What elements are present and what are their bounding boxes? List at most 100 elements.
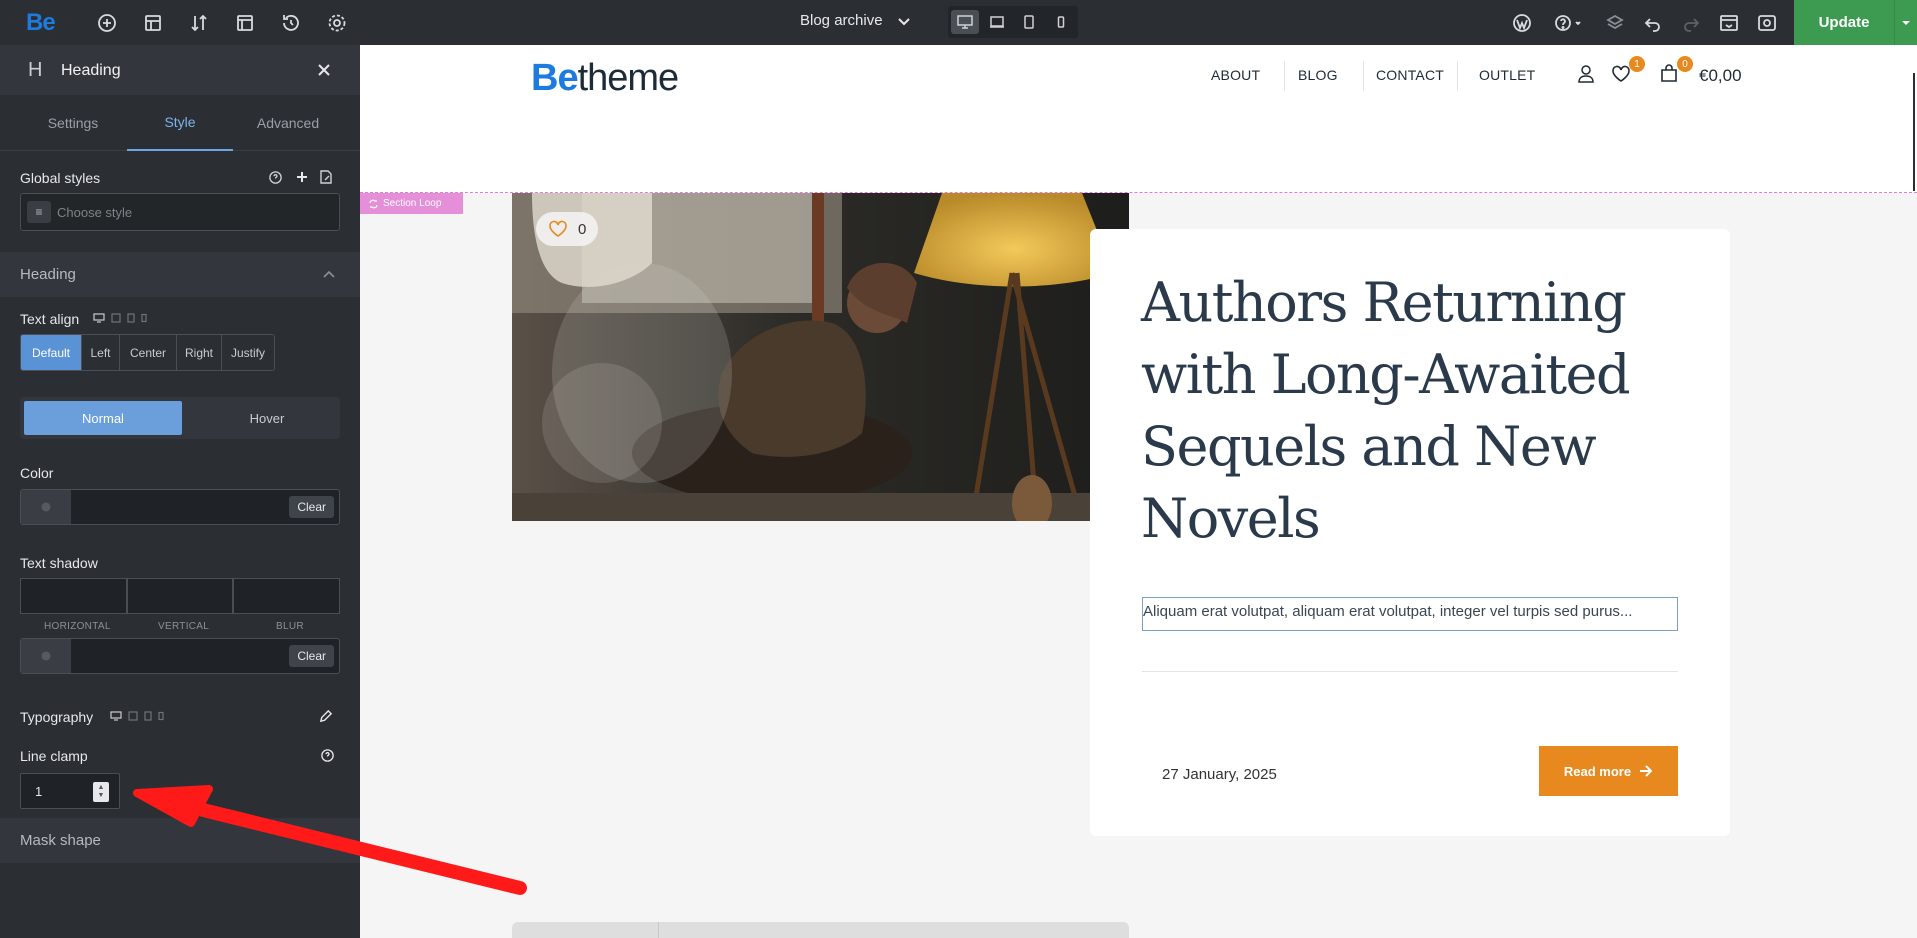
laptop-view-icon[interactable] [983, 10, 1011, 34]
panel-title: Heading [61, 62, 121, 79]
typography-device-icons[interactable] [110, 711, 164, 721]
edit-pencil-icon[interactable] [318, 709, 333, 724]
tab-advanced[interactable]: Advanced [242, 95, 334, 151]
panel-header: H Heading [0, 45, 360, 95]
shadow-vertical-input[interactable] [126, 578, 234, 614]
close-icon[interactable] [312, 58, 336, 82]
sort-icon[interactable] [187, 11, 211, 35]
post-excerpt[interactable]: Aliquam erat volutpat, aliquam erat volu… [1142, 597, 1678, 631]
align-center-button[interactable]: Center [120, 335, 177, 370]
align-left-button[interactable]: Left [82, 335, 120, 370]
cart-total[interactable]: €0,00 [1699, 66, 1742, 86]
edit-style-icon[interactable] [318, 169, 334, 185]
nav-contact[interactable]: CONTACT [1376, 67, 1444, 83]
site-logo-be: Be [531, 57, 579, 99]
scrollbar[interactable] [1913, 73, 1915, 191]
read-more-button[interactable]: Read more [1539, 746, 1678, 796]
shadow-blur-label: BLUR [276, 621, 304, 632]
section-heading-label: Heading [20, 266, 76, 283]
align-justify-button[interactable]: Justify [222, 335, 274, 370]
card-divider [1142, 671, 1678, 672]
color-clear-button[interactable]: Clear [289, 496, 334, 518]
shadow-horizontal-label: HORIZONTAL [44, 621, 111, 632]
add-style-icon[interactable] [294, 169, 310, 185]
user-account-icon[interactable] [1577, 64, 1595, 84]
line-clamp-value: 1 [35, 784, 43, 799]
shadow-horizontal-input[interactable] [20, 578, 127, 614]
mobile-view-icon[interactable] [1047, 10, 1075, 34]
tablet-view-icon[interactable] [1015, 10, 1043, 34]
text-shadow-label: Text shadow [20, 555, 98, 571]
like-heart-icon[interactable] [548, 220, 568, 238]
wishlist-heart-icon[interactable] [1611, 65, 1631, 83]
site-logo-theme: theme [577, 57, 680, 99]
chevron-down-icon[interactable] [896, 13, 912, 29]
choose-style-placeholder: Choose style [57, 205, 133, 220]
post-likes[interactable]: 0 [536, 212, 599, 246]
align-right-button[interactable]: Right [177, 335, 222, 370]
line-clamp-label: Line clamp [20, 748, 88, 764]
wordpress-icon[interactable] [1510, 11, 1534, 35]
align-default-button[interactable]: Default [21, 335, 82, 370]
structure-icon[interactable] [141, 11, 165, 35]
update-options-caret-icon[interactable] [1894, 0, 1917, 45]
help-icon[interactable] [1552, 11, 1584, 35]
arrow-right-icon [1640, 765, 1653, 777]
desktop-view-icon[interactable] [951, 10, 979, 34]
shadow-color-clear-button[interactable]: Clear [289, 645, 334, 667]
text-align-label: Text align [20, 311, 80, 327]
page-preview-canvas: Betheme ABOUT BLOG CONTACT OUTLET 1 0 €0… [360, 45, 1917, 938]
site-logo[interactable]: Betheme [531, 57, 680, 100]
shadow-vertical-label: VERTICAL [158, 621, 210, 632]
section-loop-label: Section Loop [383, 198, 442, 209]
read-more-label: Read more [1563, 763, 1632, 779]
chevron-up-icon[interactable] [320, 266, 338, 284]
section-mask-shape-toggle[interactable]: Mask shape [0, 818, 360, 863]
text-shadow-inputs [20, 578, 341, 614]
section-heading-toggle[interactable]: Heading [0, 252, 360, 297]
state-normal-button[interactable]: Normal [24, 401, 182, 435]
preview-icon[interactable] [1717, 11, 1741, 35]
nav-blog[interactable]: BLOG [1298, 67, 1338, 83]
nav-outlet[interactable]: OUTLET [1479, 67, 1535, 83]
cart-bag-icon[interactable] [1660, 63, 1678, 83]
tab-style[interactable]: Style [127, 95, 233, 151]
shadow-color-swatch-icon[interactable] [21, 639, 71, 673]
post-featured-image[interactable] [512, 193, 1129, 521]
line-clamp-help-icon[interactable] [320, 748, 335, 763]
document-title[interactable]: Blog archive [800, 12, 883, 29]
color-picker-field[interactable]: Clear [20, 489, 340, 525]
section-loop-tag[interactable]: Section Loop [360, 193, 463, 214]
heading-icon: H [28, 59, 43, 81]
view-eye-icon[interactable] [1755, 11, 1779, 35]
layers-icon[interactable] [1603, 11, 1627, 35]
cart-count-badge: 0 [1677, 56, 1693, 72]
update-button[interactable]: Update [1794, 0, 1894, 45]
shadow-blur-input[interactable] [233, 578, 341, 614]
panel-tabs: Settings Style Advanced [0, 95, 360, 151]
shadow-color-picker-field[interactable]: Clear [20, 638, 340, 674]
tab-settings[interactable]: Settings [28, 95, 118, 151]
choose-style-select[interactable]: ≡ Choose style [20, 193, 340, 231]
redo-icon[interactable] [1679, 11, 1703, 35]
color-swatch-icon[interactable] [21, 490, 71, 524]
betheme-logo[interactable]: Be [26, 9, 56, 37]
layout-icon[interactable] [233, 11, 257, 35]
responsive-device-icons[interactable] [93, 313, 147, 323]
help-circle-icon[interactable] [268, 170, 283, 185]
number-stepper-icon[interactable]: ▲ ▼ [93, 782, 109, 802]
add-icon[interactable] [95, 11, 119, 35]
state-toggle: Normal Hover [20, 397, 340, 439]
text-align-options: Default Left Center Right Justify [20, 334, 275, 371]
undo-icon[interactable] [1641, 11, 1665, 35]
state-hover-button[interactable]: Hover [200, 401, 334, 435]
nav-about[interactable]: ABOUT [1211, 67, 1260, 83]
settings-gear-icon[interactable] [325, 11, 349, 35]
device-switcher [948, 6, 1078, 38]
site-header: Betheme ABOUT BLOG CONTACT OUTLET 1 0 €0… [360, 45, 1917, 193]
history-icon[interactable] [279, 11, 303, 35]
post-title-heading[interactable]: Authors Returning with Long-Awaited Sequ… [1141, 267, 1661, 555]
next-post-image[interactable] [512, 922, 1129, 938]
line-clamp-input[interactable]: 1 ▲ ▼ [20, 773, 120, 809]
typography-label: Typography [20, 709, 94, 725]
